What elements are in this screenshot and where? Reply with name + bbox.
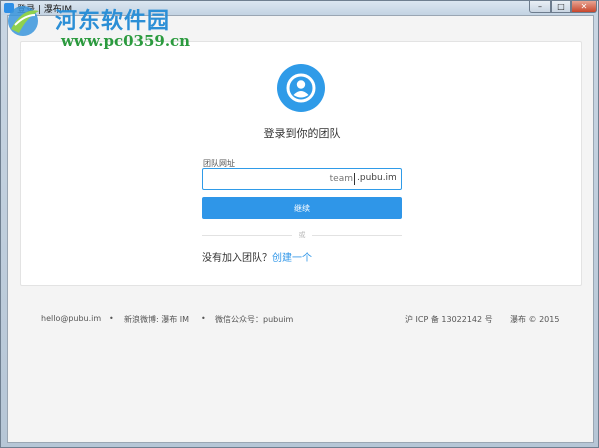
close-button[interactable]: ✕ (571, 1, 597, 13)
login-card: 登录到你的团队 团队网址 .pubu.im 继续 或 没有加入团队？创建一个 (20, 41, 582, 286)
create-team-link[interactable]: 创建一个 (272, 253, 312, 264)
page-title: 登录到你的团队 (263, 127, 341, 140)
user-avatar-icon (277, 64, 325, 112)
continue-button[interactable]: 继续 (202, 197, 402, 219)
app-window: 登录 | 瀑布IM – □ ✕ 登录到你的团队 团队网址 .pubu.im 继续 (0, 0, 599, 448)
footer: hello@pubu.im • 新浪微博: 瀑布 IM • 微信公众号：pubu… (8, 314, 593, 328)
text-caret (354, 173, 355, 185)
watermark-title: 河东软件园 (55, 8, 171, 34)
no-team-text: 没有加入团队？ (202, 253, 272, 264)
footer-separator: • (109, 314, 114, 323)
footer-wechat-text: 微信公众号：pubuim (215, 315, 294, 324)
footer-separator: • (201, 314, 206, 323)
footer-copyright: 瀑布 © 2015 (510, 315, 560, 324)
team-url-field[interactable]: .pubu.im (202, 168, 402, 190)
no-team-prompt: 没有加入团队？创建一个 (202, 249, 312, 264)
domain-suffix: .pubu.im (357, 173, 397, 183)
footer-email-link[interactable]: hello@pubu.im (41, 314, 101, 323)
watermark-url: www.pc0359.cn (61, 32, 191, 50)
footer-icp-text[interactable]: 沪 ICP 备 13022142 号 (405, 314, 493, 325)
watermark-logo-icon (5, 3, 45, 39)
client-area: 登录到你的团队 团队网址 .pubu.im 继续 或 没有加入团队？创建一个 h… (7, 15, 594, 443)
minimize-button[interactable]: – (529, 1, 551, 13)
team-name-input[interactable] (205, 171, 353, 187)
maximize-button[interactable]: □ (551, 1, 571, 13)
divider-or-text: 或 (292, 230, 312, 240)
footer-weibo-link[interactable]: 新浪微博: 瀑布 IM (124, 314, 189, 325)
